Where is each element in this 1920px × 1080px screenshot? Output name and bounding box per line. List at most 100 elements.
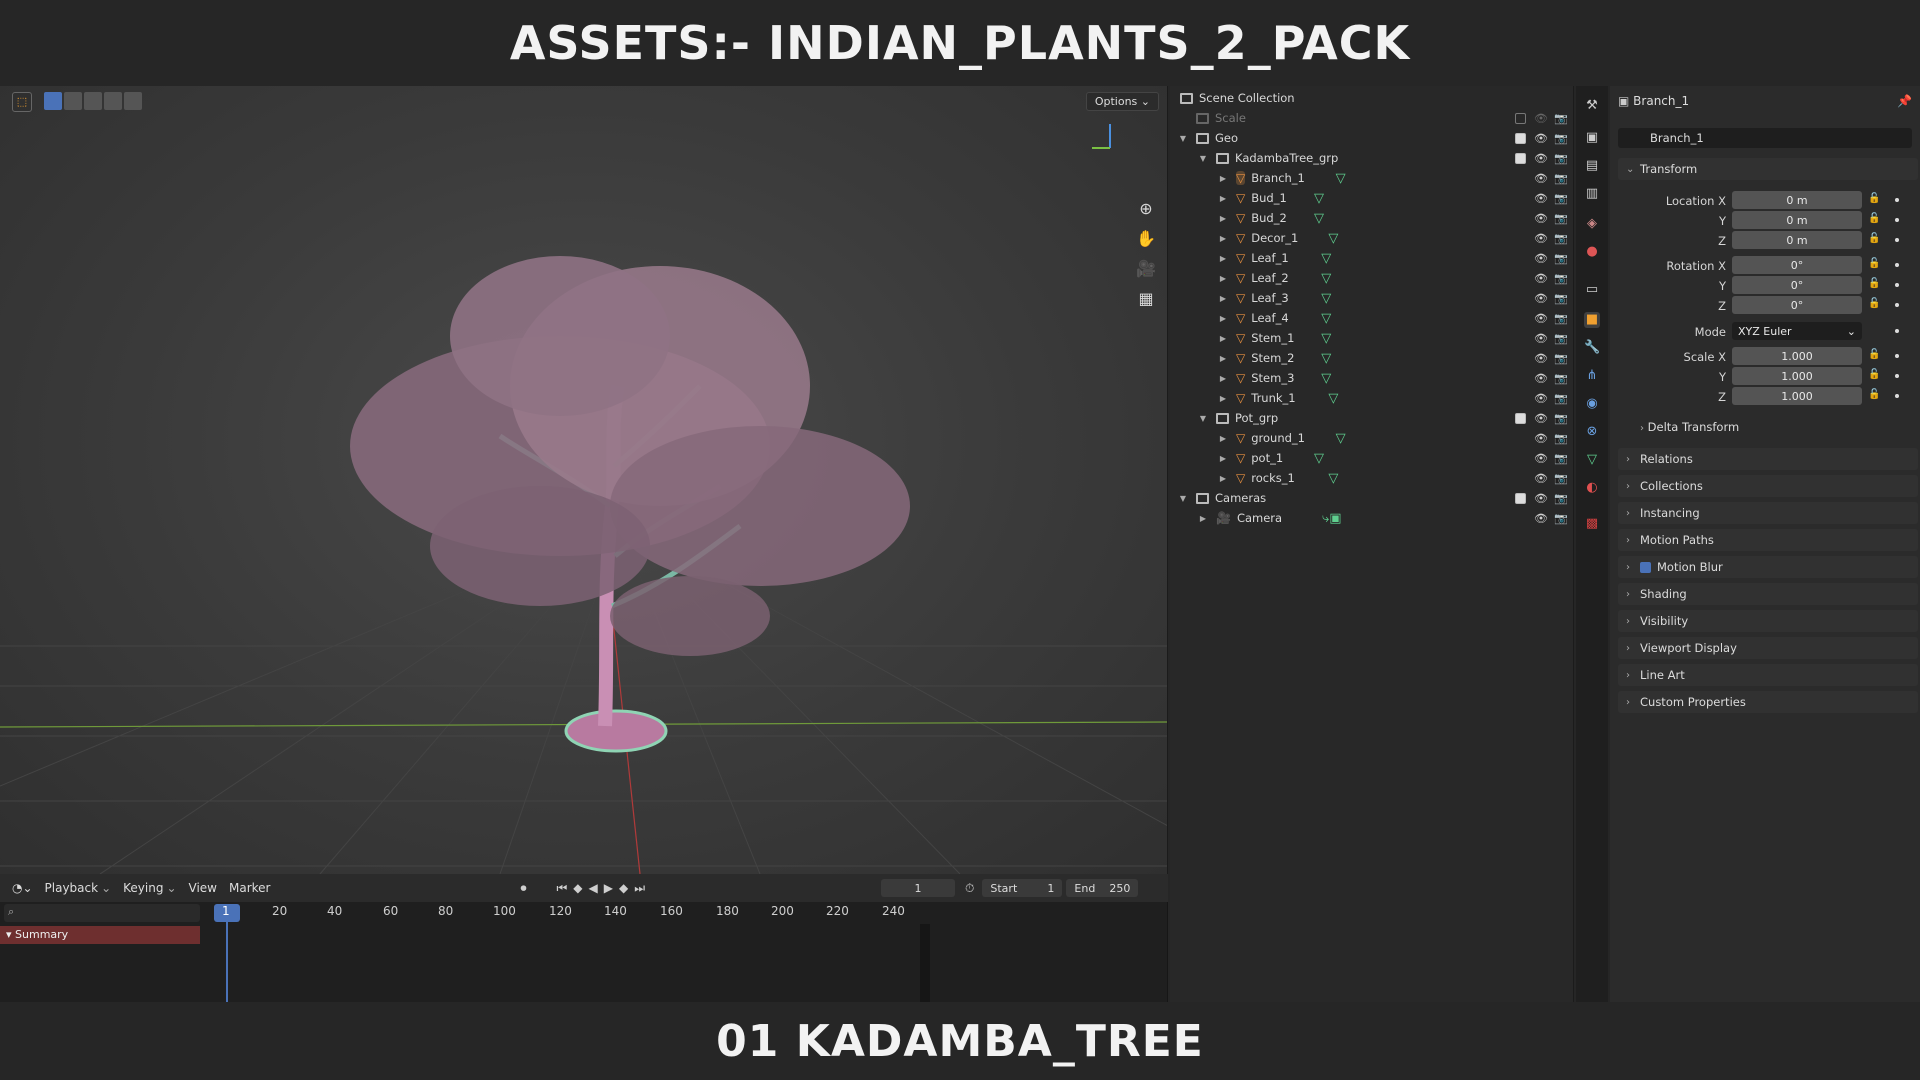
keyframe-dot-icon[interactable] <box>1895 303 1899 307</box>
menu-playback[interactable]: Playback <box>45 881 99 895</box>
rotation-y-field[interactable]: 0° <box>1732 276 1862 294</box>
playback-controls[interactable]: ⏮◆◀▶◆⏭ <box>557 881 652 896</box>
render-camera-icon[interactable]: 📷 <box>1554 432 1568 445</box>
delta-transform-subpanel[interactable]: › Delta Transform <box>1640 420 1739 434</box>
mesh-data-icon[interactable]: ▽ <box>1321 271 1331 286</box>
perspective-grid-icon[interactable]: ▦ <box>1134 286 1158 310</box>
outliner-row[interactable]: ▶ ▽ Leaf_4 ▽ 👁 📷 <box>1170 308 1574 328</box>
property-section-header[interactable]: › Custom Properties <box>1618 691 1918 713</box>
outliner-row[interactable]: ▶ ▽ Trunk_1 ▽ 👁 📷 <box>1170 388 1574 408</box>
scale-z-field[interactable]: 1.000 <box>1732 387 1862 405</box>
mesh-data-icon[interactable]: ▽ <box>1314 451 1324 466</box>
mesh-data-icon[interactable]: ▽ <box>1314 191 1324 206</box>
expand-arrow-icon[interactable]: ▶ <box>1218 474 1228 483</box>
select-subtract-icon[interactable] <box>84 92 102 110</box>
render-camera-icon[interactable]: 📷 <box>1554 412 1568 425</box>
menu-view[interactable]: View <box>189 881 217 895</box>
editor-type-icon[interactable]: ◔⌄ <box>12 881 33 895</box>
visibility-eye-icon[interactable]: 👁 <box>1534 132 1548 145</box>
render-camera-icon[interactable]: 📷 <box>1554 112 1568 125</box>
mesh-data-icon[interactable]: ▽ <box>1328 471 1338 486</box>
data-tab-icon[interactable]: ▽ <box>1584 452 1600 468</box>
expand-arrow-icon[interactable]: ▶ <box>1218 174 1228 183</box>
lock-icon[interactable]: 🔓 <box>1868 233 1880 244</box>
visibility-eye-icon[interactable]: 👁 <box>1534 412 1548 425</box>
visibility-eye-icon[interactable]: 👁 <box>1534 232 1548 245</box>
mesh-data-icon[interactable]: ▽ <box>1321 331 1331 346</box>
object-tab-icon[interactable]: ■ <box>1584 312 1600 328</box>
select-intersect-icon[interactable] <box>124 92 142 110</box>
expand-arrow-icon[interactable]: ▶ <box>1218 234 1228 243</box>
render-camera-icon[interactable]: 📷 <box>1554 472 1568 485</box>
render-camera-icon[interactable]: 📷 <box>1554 492 1568 505</box>
physics-tab-icon[interactable]: ◉ <box>1584 396 1600 412</box>
menu-keying[interactable]: Keying <box>123 881 163 895</box>
mesh-data-icon[interactable]: ▽ <box>1314 211 1324 226</box>
view-layer-tab-icon[interactable]: ▥ <box>1584 186 1600 202</box>
exclude-checkbox[interactable] <box>1515 152 1526 164</box>
outliner-row[interactable]: ▶ ▽ Stem_1 ▽ 👁 📷 <box>1170 328 1574 348</box>
property-section-header[interactable]: › Viewport Display <box>1618 637 1918 659</box>
render-camera-icon[interactable]: 📷 <box>1554 152 1568 165</box>
location-z-field[interactable]: 0 m <box>1732 231 1862 249</box>
select-new-icon[interactable] <box>44 92 62 110</box>
lock-icon[interactable]: 🔓 <box>1868 389 1880 400</box>
property-section-header[interactable]: › Motion Blur <box>1618 556 1918 578</box>
render-camera-icon[interactable]: 📷 <box>1554 452 1568 465</box>
visibility-eye-icon[interactable]: 👁 <box>1534 172 1548 185</box>
expand-toggle-icon[interactable]: ▼ <box>1178 494 1188 503</box>
render-camera-icon[interactable]: 📷 <box>1554 332 1568 345</box>
select-extend-icon[interactable] <box>64 92 82 110</box>
mesh-data-icon[interactable]: ▽ <box>1321 351 1331 366</box>
outliner-row[interactable]: Scale 👁 📷 <box>1170 108 1574 128</box>
mesh-data-icon[interactable]: ▽ <box>1321 371 1331 386</box>
visibility-eye-icon[interactable]: 👁 <box>1534 212 1548 225</box>
keyframe-dot-icon[interactable] <box>1895 263 1899 267</box>
visibility-eye-icon[interactable]: 👁 <box>1534 392 1548 405</box>
keyframe-dot-icon[interactable] <box>1895 329 1899 333</box>
render-camera-icon[interactable]: 📷 <box>1554 252 1568 265</box>
modifier-tab-icon[interactable]: 🔧 <box>1584 340 1600 356</box>
visibility-eye-icon[interactable]: 👁 <box>1534 492 1548 505</box>
render-camera-icon[interactable]: 📷 <box>1554 172 1568 185</box>
outliner-row[interactable]: ▶ ▽ Leaf_2 ▽ 👁 📷 <box>1170 268 1574 288</box>
render-camera-icon[interactable]: 📷 <box>1554 232 1568 245</box>
keyframe-dot-icon[interactable] <box>1895 283 1899 287</box>
visibility-eye-icon[interactable]: 👁 <box>1534 332 1548 345</box>
scale-x-field[interactable]: 1.000 <box>1732 347 1862 365</box>
camera-data-icon[interactable]: ⤷▣ <box>1322 511 1342 526</box>
expand-arrow-icon[interactable]: ▶ <box>1218 214 1228 223</box>
outliner-row[interactable]: ▶ ▽ ground_1 ▽ 👁 📷 <box>1170 428 1574 448</box>
pan-hand-icon[interactable]: ✋ <box>1134 226 1158 250</box>
expand-arrow-icon[interactable]: ▶ <box>1218 314 1228 323</box>
expand-arrow-icon[interactable]: ▶ <box>1218 394 1228 403</box>
world-tab-icon[interactable]: ● <box>1584 244 1600 260</box>
keyframe-dot-icon[interactable] <box>1895 198 1899 202</box>
outliner-row[interactable]: ▼ KadambaTree_grp 👁 📷 <box>1170 148 1574 168</box>
collection-tab-icon[interactable]: ▭ <box>1584 282 1600 298</box>
property-section-header[interactable]: › Instancing <box>1618 502 1918 524</box>
render-camera-icon[interactable]: 📷 <box>1554 212 1568 225</box>
expand-arrow-icon[interactable]: ▶ <box>1218 274 1228 283</box>
property-section-header[interactable]: › Relations <box>1618 448 1918 470</box>
outliner-row[interactable]: ▼ Pot_grp 👁 📷 <box>1170 408 1574 428</box>
select-invert-icon[interactable] <box>104 92 122 110</box>
outliner-row[interactable]: ▶ ▽ Stem_3 ▽ 👁 📷 <box>1170 368 1574 388</box>
expand-toggle-icon[interactable]: ▼ <box>1198 414 1208 423</box>
keyframe-dot-icon[interactable] <box>1895 394 1899 398</box>
keyframe-dot-icon[interactable] <box>1895 218 1899 222</box>
exclude-checkbox[interactable] <box>1515 412 1526 424</box>
property-section-header[interactable]: › Motion Paths <box>1618 529 1918 551</box>
visibility-eye-icon[interactable]: 👁 <box>1534 352 1548 365</box>
expand-arrow-icon[interactable]: ▶ <box>1218 194 1228 203</box>
timeline-search-input[interactable]: ⌕ <box>4 904 200 922</box>
visibility-eye-icon[interactable]: 👁 <box>1534 272 1548 285</box>
exclude-checkbox[interactable] <box>1515 492 1526 504</box>
location-x-field[interactable]: 0 m <box>1732 191 1862 209</box>
transform-section-header[interactable]: ⌄ Transform <box>1618 158 1918 180</box>
visibility-eye-icon[interactable]: 👁 <box>1534 432 1548 445</box>
clock-icon[interactable]: ⏱ <box>965 881 974 896</box>
visibility-eye-icon[interactable]: 👁 <box>1534 472 1548 485</box>
outliner-row[interactable]: ▶ ▽ Leaf_1 ▽ 👁 📷 <box>1170 248 1574 268</box>
outliner-row[interactable]: ▶ 🎥 Camera ⤷▣ 👁 📷 <box>1170 508 1574 528</box>
